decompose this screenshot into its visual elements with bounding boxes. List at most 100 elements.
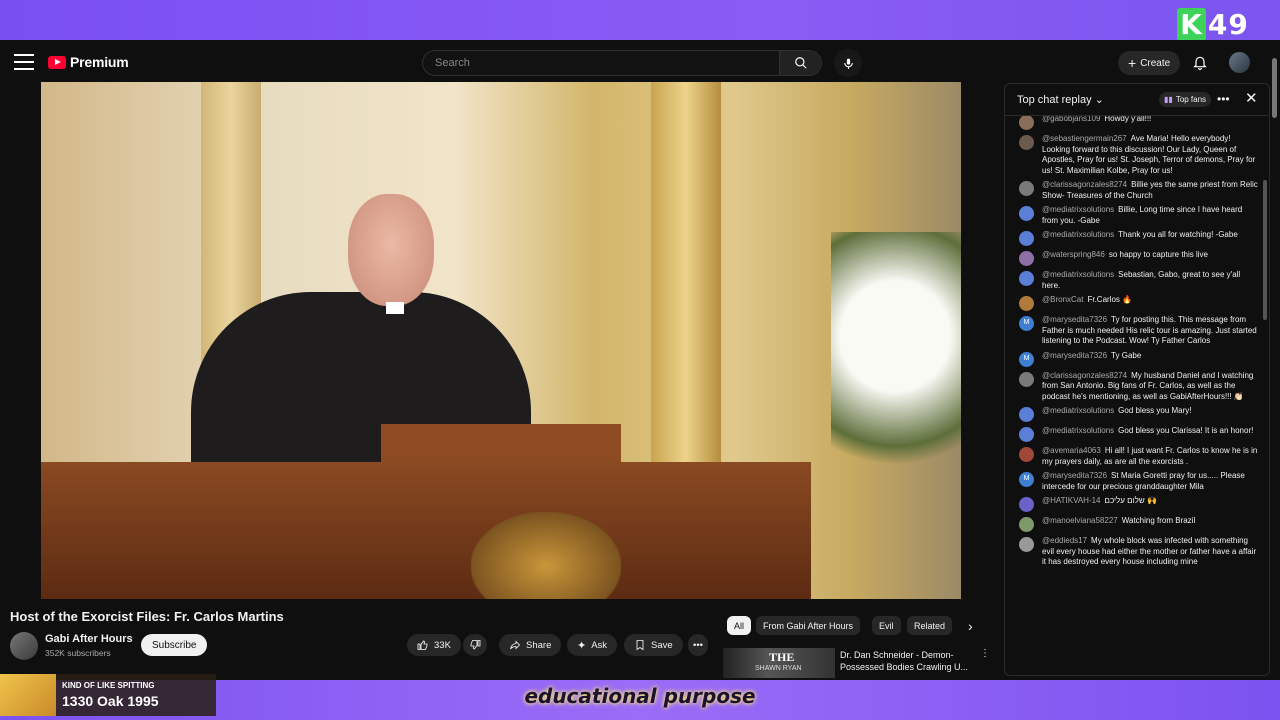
chat-avatar[interactable] (1019, 135, 1034, 150)
badge-letter: K (1177, 7, 1206, 41)
chat-avatar[interactable] (1019, 296, 1034, 311)
chat-author[interactable]: @avemaria4063 (1042, 446, 1101, 455)
voice-search-button[interactable] (834, 49, 862, 77)
chat-author[interactable]: @manoelviana58227 (1042, 516, 1118, 525)
youtube-logo[interactable]: Premium (48, 54, 129, 70)
chat-author[interactable]: @HATIKVAH-14 (1042, 496, 1101, 505)
ask-button[interactable]: ✦ Ask (567, 634, 618, 656)
thumbs-down-icon (470, 640, 481, 650)
chat-author[interactable]: @waterspring846 (1042, 250, 1105, 259)
chat-text: Howdy y'all!!! (1104, 116, 1152, 123)
chip-from-channel[interactable]: From Gabi After Hours (756, 616, 861, 635)
chat-author[interactable]: @clarissagonzales8274 (1042, 371, 1127, 380)
dislike-button[interactable] (463, 634, 487, 656)
chat-author[interactable]: @marysedita7326 (1042, 351, 1107, 360)
recommendation-menu-icon[interactable]: ⋮ (980, 648, 990, 659)
search-button[interactable] (779, 51, 821, 75)
top-fans-button[interactable]: ▮▮ Top fans (1159, 92, 1212, 107)
chip-all[interactable]: All (727, 616, 752, 635)
plus-icon: + (1128, 55, 1137, 71)
chip-evil[interactable]: Evil (872, 616, 901, 635)
chat-text: so happy to capture this live (1108, 250, 1208, 259)
top-fans-label: Top fans (1175, 95, 1207, 104)
chat-message-body: @BronxCat Fr.Carlos 🔥 (1042, 295, 1132, 311)
video-player[interactable] (41, 82, 961, 599)
chevron-right-icon[interactable]: › (968, 618, 973, 634)
chat-avatar[interactable] (1019, 517, 1034, 532)
chat-avatar[interactable] (1019, 271, 1034, 286)
chat-text: Thank you all for watching! -Gabe (1118, 230, 1238, 239)
chat-text: Watching from Brazil (1121, 516, 1196, 525)
chat-avatar[interactable]: M (1019, 351, 1034, 367)
chat-avatar[interactable]: M (1019, 316, 1034, 331)
chat-avatar[interactable] (1019, 251, 1034, 266)
chat-message-body: @avemaria4063 Hi all! I just want Fr. Car… (1042, 446, 1259, 467)
chat-avatar[interactable]: M (1019, 472, 1034, 487)
save-label: Save (651, 639, 673, 651)
chat-mode-dropdown[interactable]: Top chat replay ⌄ (1017, 93, 1104, 106)
recommendation-title[interactable]: Dr. Dan Schneider - Demon-Possessed Bodi… (840, 649, 980, 673)
chat-author[interactable]: @marysedita7326 (1042, 471, 1107, 480)
more-actions-button[interactable]: ••• (688, 634, 708, 656)
chat-menu-icon[interactable]: ••• (1217, 92, 1230, 106)
chat-author[interactable]: @mediatrixsolutions (1042, 230, 1114, 239)
account-avatar[interactable] (1229, 52, 1250, 73)
chat-message-body: @sebastiengermain267 Ave Maria! Hello eve… (1042, 134, 1259, 176)
chat-message-body: @marysedita7326 Ty for posting this. This… (1042, 315, 1259, 347)
chat-message-body: @marysedita7326 St Maria Goretti pray for… (1042, 471, 1259, 492)
chip-related[interactable]: Related (907, 616, 953, 635)
chat-author[interactable]: @mediatrixsolutions (1042, 426, 1114, 435)
chat-header: Top chat replay ⌄ ▮▮ Top fans ••• ✕ (1005, 84, 1269, 116)
search-input[interactable] (423, 51, 779, 75)
sparkle-icon: ✦ (577, 639, 587, 652)
chat-message: @mediatrixsolutions Billie, Long time sin… (1005, 203, 1263, 228)
chat-message-body: @mediatrixsolutions Thank you all for wat… (1042, 230, 1238, 246)
live-chat-panel: Top chat replay ⌄ ▮▮ Top fans ••• ✕ @gabo… (1004, 83, 1270, 676)
chat-avatar[interactable] (1019, 206, 1034, 221)
recommendation-thumbnail[interactable]: THE SHAWN RYAN (723, 648, 835, 678)
subscribe-button[interactable]: Subscribe (141, 634, 208, 656)
chat-message-body: @eddieds17 My whole block was infected wi… (1042, 536, 1259, 568)
chat-author[interactable]: @BronxCat (1042, 295, 1083, 304)
chat-message-body: @gabobjans109 Howdy y'all!!! (1042, 116, 1151, 130)
channel-name[interactable]: Gabi After Hours (45, 633, 133, 645)
chat-author[interactable]: @mediatrixsolutions (1042, 406, 1114, 415)
chat-avatar[interactable] (1019, 427, 1034, 442)
chat-avatar[interactable] (1019, 447, 1034, 462)
chat-avatar[interactable] (1019, 537, 1034, 552)
chat-avatar[interactable] (1019, 116, 1034, 130)
close-icon[interactable]: ✕ (1245, 89, 1258, 107)
chat-avatar[interactable] (1019, 371, 1034, 387)
like-button[interactable]: 33K (407, 634, 461, 656)
channel-avatar[interactable] (10, 632, 38, 660)
chat-scrollbar[interactable] (1263, 120, 1267, 670)
youtube-app: Premium + Create Host of t (0, 40, 1280, 680)
chat-author[interactable]: @clarissagonzales8274 (1042, 180, 1127, 189)
chat-message: @sebastiengermain267 Ave Maria! Hello eve… (1005, 132, 1263, 178)
chat-author[interactable]: @sebastiengermain267 (1042, 134, 1127, 143)
chat-message-body: @mediatrixsolutions Billie, Long time sin… (1042, 205, 1259, 226)
chat-author[interactable]: @gabobjans109 (1042, 116, 1100, 123)
chat-message-body: @clarissagonzales8274 Billie yes the same… (1042, 180, 1259, 201)
save-button[interactable]: Save (624, 634, 683, 656)
share-button[interactable]: Share (499, 634, 562, 656)
thumbnail-subtext: SHAWN RYAN (755, 665, 802, 672)
notifications-button[interactable] (1192, 53, 1208, 76)
badge-number: 49 (1207, 7, 1249, 41)
chat-author[interactable]: @mediatrixsolutions (1042, 270, 1114, 279)
page-scrollbar[interactable] (1272, 48, 1277, 668)
chat-avatar[interactable] (1019, 497, 1034, 512)
thumbs-up-icon (417, 640, 428, 650)
chat-avatar[interactable] (1019, 231, 1034, 246)
chat-avatar[interactable] (1019, 181, 1034, 196)
chat-author[interactable]: @marysedita7326 (1042, 315, 1107, 324)
chat-message: @eddieds17 My whole block was infected wi… (1005, 534, 1263, 570)
menu-icon[interactable] (14, 54, 34, 70)
chat-message-body: @waterspring846 so happy to capture this … (1042, 250, 1208, 266)
chevron-down-icon: ⌄ (1094, 94, 1104, 106)
chat-avatar[interactable] (1019, 407, 1034, 422)
chat-author[interactable]: @eddieds17 (1042, 536, 1087, 545)
chat-author[interactable]: @mediatrixsolutions (1042, 205, 1114, 214)
create-button[interactable]: + Create (1118, 51, 1181, 75)
chat-message: @mediatrixsolutions God bless you Clariss… (1005, 424, 1263, 444)
